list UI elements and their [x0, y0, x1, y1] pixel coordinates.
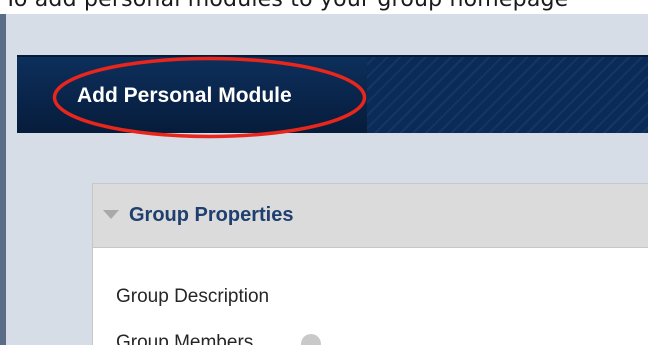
group-members-label: Group Members	[116, 332, 254, 345]
panel-title: Group Properties	[129, 204, 294, 226]
instruction-caption: To add personal modules to your group ho…	[4, 0, 568, 12]
group-properties-header[interactable]: Group Properties	[93, 184, 648, 248]
add-personal-module-label: Add Personal Module	[77, 84, 292, 107]
help-icon[interactable]	[301, 334, 321, 345]
module-toolbar: Add Personal Module	[17, 55, 648, 133]
triangle-down-icon[interactable]	[103, 210, 119, 219]
left-rail	[0, 14, 6, 345]
app-window: To add personal modules to your group ho…	[0, 0, 648, 345]
group-description-label: Group Description	[116, 286, 270, 307]
add-personal-module-button[interactable]: Add Personal Module	[17, 57, 367, 133]
instruction-strip: To add personal modules to your group ho…	[0, 0, 648, 14]
group-properties-panel: Group Properties Group Description Group…	[92, 183, 648, 345]
